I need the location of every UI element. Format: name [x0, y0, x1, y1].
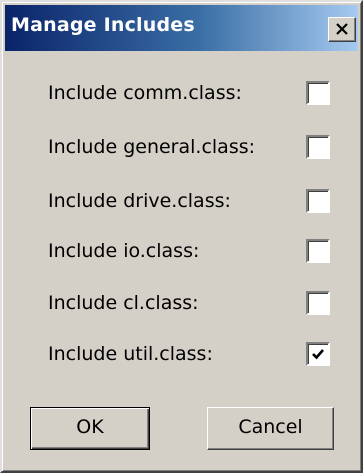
include-label-io: Include io.class:	[48, 240, 200, 262]
ok-button[interactable]: OK	[30, 407, 150, 450]
dialog-title: Manage Includes	[11, 14, 195, 36]
include-label-comm: Include comm.class:	[48, 82, 242, 104]
include-checkbox-comm[interactable]	[306, 81, 330, 105]
include-row-general: Include general.class:	[48, 131, 338, 165]
include-label-general: Include general.class:	[48, 136, 256, 158]
close-x-icon	[336, 23, 348, 35]
manage-includes-dialog: Manage Includes Include comm.class: Incl…	[0, 0, 363, 473]
cancel-button[interactable]: Cancel	[207, 407, 334, 450]
include-row-comm: Include comm.class:	[48, 77, 338, 111]
include-checkbox-io[interactable]	[306, 239, 330, 263]
include-row-drive: Include drive.class:	[48, 185, 338, 219]
checkmark-icon	[312, 349, 324, 360]
include-label-drive: Include drive.class:	[48, 190, 231, 212]
include-row-util: Include util.class:	[48, 338, 338, 372]
include-checkbox-util[interactable]	[306, 342, 330, 366]
include-checkbox-cl[interactable]	[306, 291, 330, 315]
title-bar[interactable]: Manage Includes	[5, 5, 358, 51]
include-checkbox-general[interactable]	[306, 135, 330, 159]
close-button[interactable]	[328, 17, 356, 42]
include-row-cl: Include cl.class:	[48, 287, 338, 321]
include-checkbox-drive[interactable]	[306, 189, 330, 213]
include-label-util: Include util.class:	[48, 343, 213, 365]
include-label-cl: Include cl.class:	[48, 292, 199, 314]
include-row-io: Include io.class:	[48, 235, 338, 269]
